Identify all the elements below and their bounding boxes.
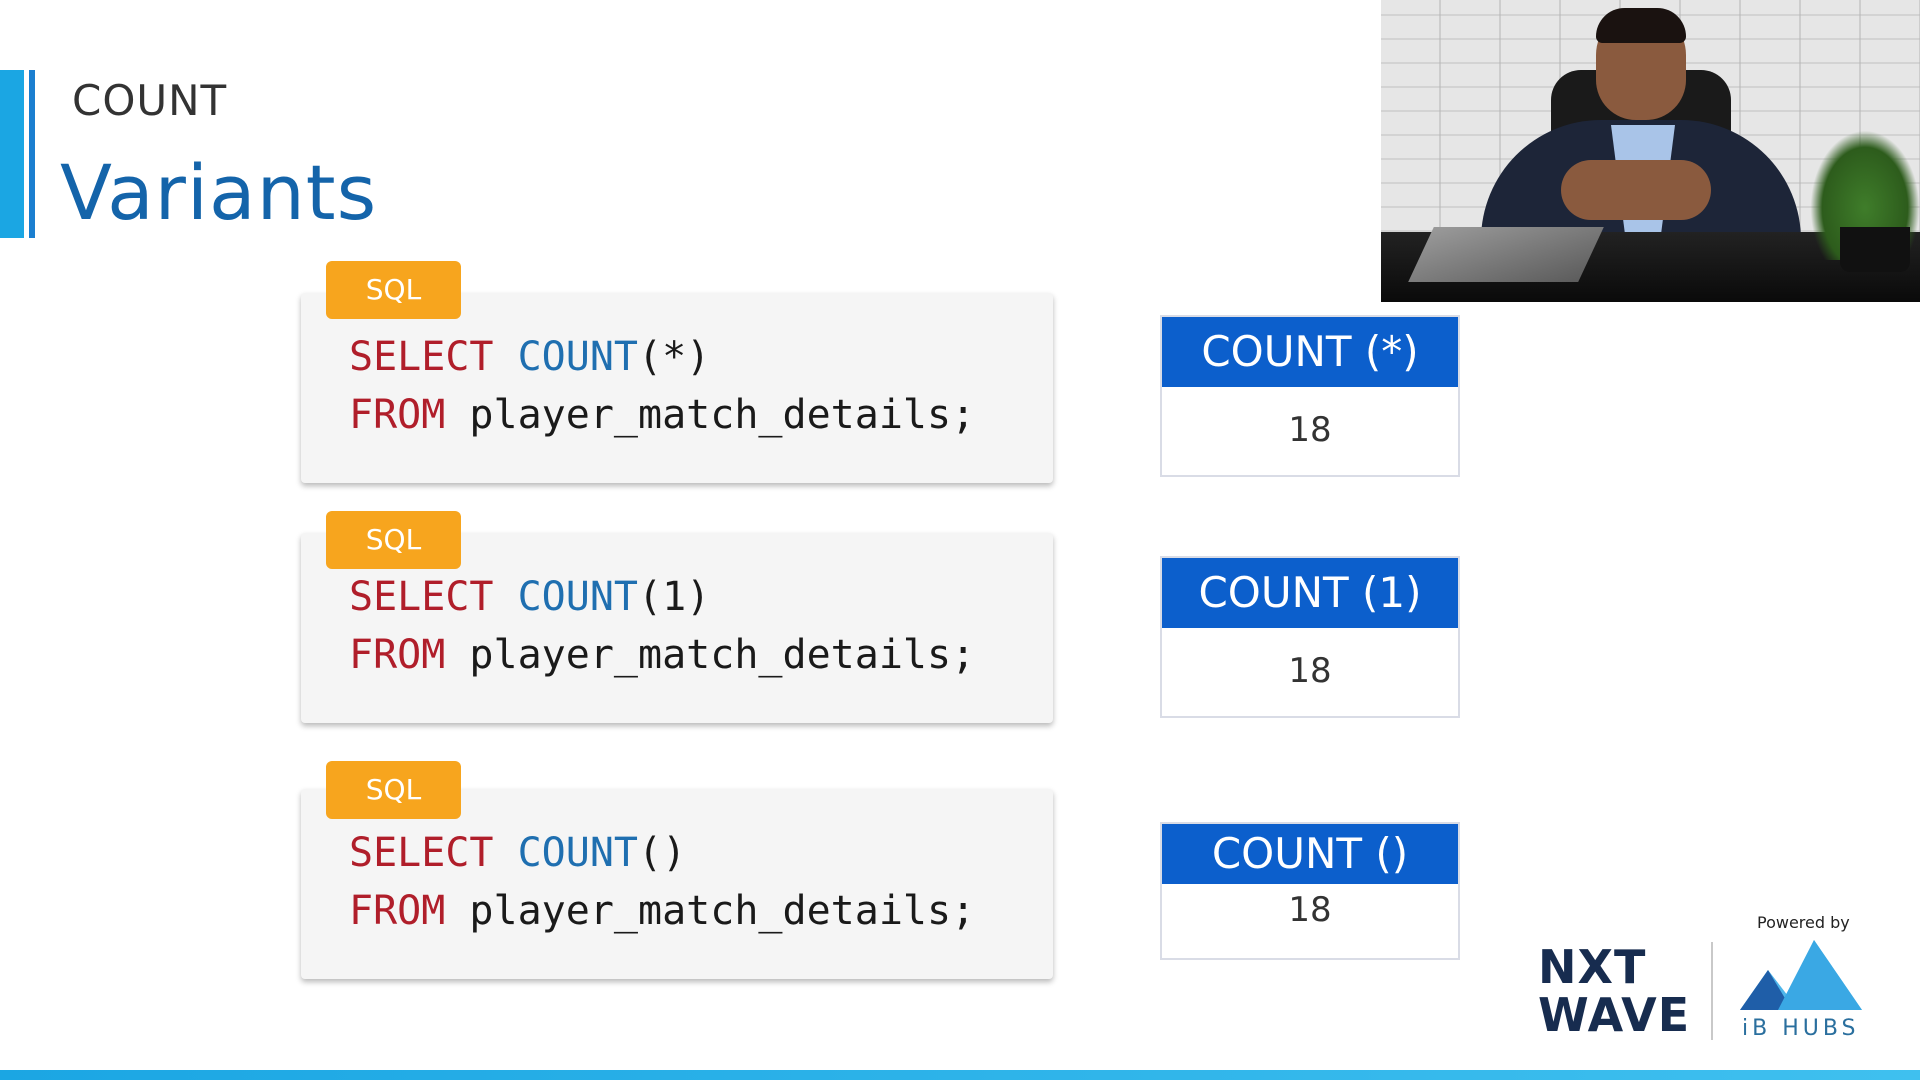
sql-keyword: FROM: [349, 632, 446, 678]
result-value: 18: [1288, 410, 1332, 450]
result-table-3: COUNT () 18: [1160, 822, 1460, 960]
sql-keyword: FROM: [349, 888, 446, 934]
result-table-2: COUNT (1) 18: [1160, 556, 1460, 718]
accent-bar: [0, 70, 24, 238]
sql-badge-3: SQL: [326, 761, 461, 819]
sql-argument: (1): [638, 574, 711, 620]
laptop: [1408, 227, 1604, 282]
result-table-1: COUNT (*) 18: [1160, 315, 1460, 477]
sql-keyword: SELECT: [349, 574, 494, 620]
powered-by-label: Powered by: [1757, 913, 1850, 932]
presenter-hands: [1561, 160, 1711, 220]
sql-keyword: FROM: [349, 392, 446, 438]
sql-table: player_match_details;: [469, 632, 976, 678]
ib-hubs-text: iB HUBS: [1742, 1016, 1860, 1041]
result-value: 18: [1288, 890, 1332, 930]
sql-function: COUNT: [517, 574, 639, 620]
sql-argument: (): [638, 830, 687, 876]
plant-pot: [1840, 227, 1910, 272]
sql-argument: (*): [638, 334, 711, 380]
logo-wave-text: WAVE: [1538, 988, 1691, 1042]
logo-divider: [1711, 942, 1713, 1040]
result-header: COUNT (): [1162, 824, 1458, 884]
logo-nxt-text: NXT: [1538, 940, 1647, 994]
presenter-hair: [1596, 8, 1686, 43]
sql-keyword: SELECT: [349, 334, 494, 380]
accent-bar-thin: [29, 70, 35, 238]
presenter-video: [1381, 0, 1920, 302]
sql-badge-2: SQL: [326, 511, 461, 569]
code-block-1: SELECT COUNT(*) FROM player_match_detail…: [349, 328, 975, 444]
sql-function: COUNT: [517, 334, 639, 380]
slide-title: Variants: [60, 148, 378, 237]
code-block-3: SELECT COUNT() FROM player_match_details…: [349, 824, 975, 940]
result-header: COUNT (*): [1162, 317, 1458, 387]
result-header: COUNT (1): [1162, 558, 1458, 628]
sql-badge-1: SQL: [326, 261, 461, 319]
result-value: 18: [1288, 651, 1332, 691]
sql-keyword: SELECT: [349, 830, 494, 876]
sql-table: player_match_details;: [469, 392, 976, 438]
sql-table: player_match_details;: [469, 888, 976, 934]
nxtwave-logo: NXT WAVE: [1538, 944, 1690, 1038]
sql-function: COUNT: [517, 830, 639, 876]
ib-hubs-mountain-icon: [1740, 940, 1862, 1010]
code-block-2: SELECT COUNT(1) FROM player_match_detail…: [349, 568, 975, 684]
bottom-accent-bar: [0, 1070, 1920, 1080]
slide-subtitle: COUNT: [72, 76, 228, 125]
